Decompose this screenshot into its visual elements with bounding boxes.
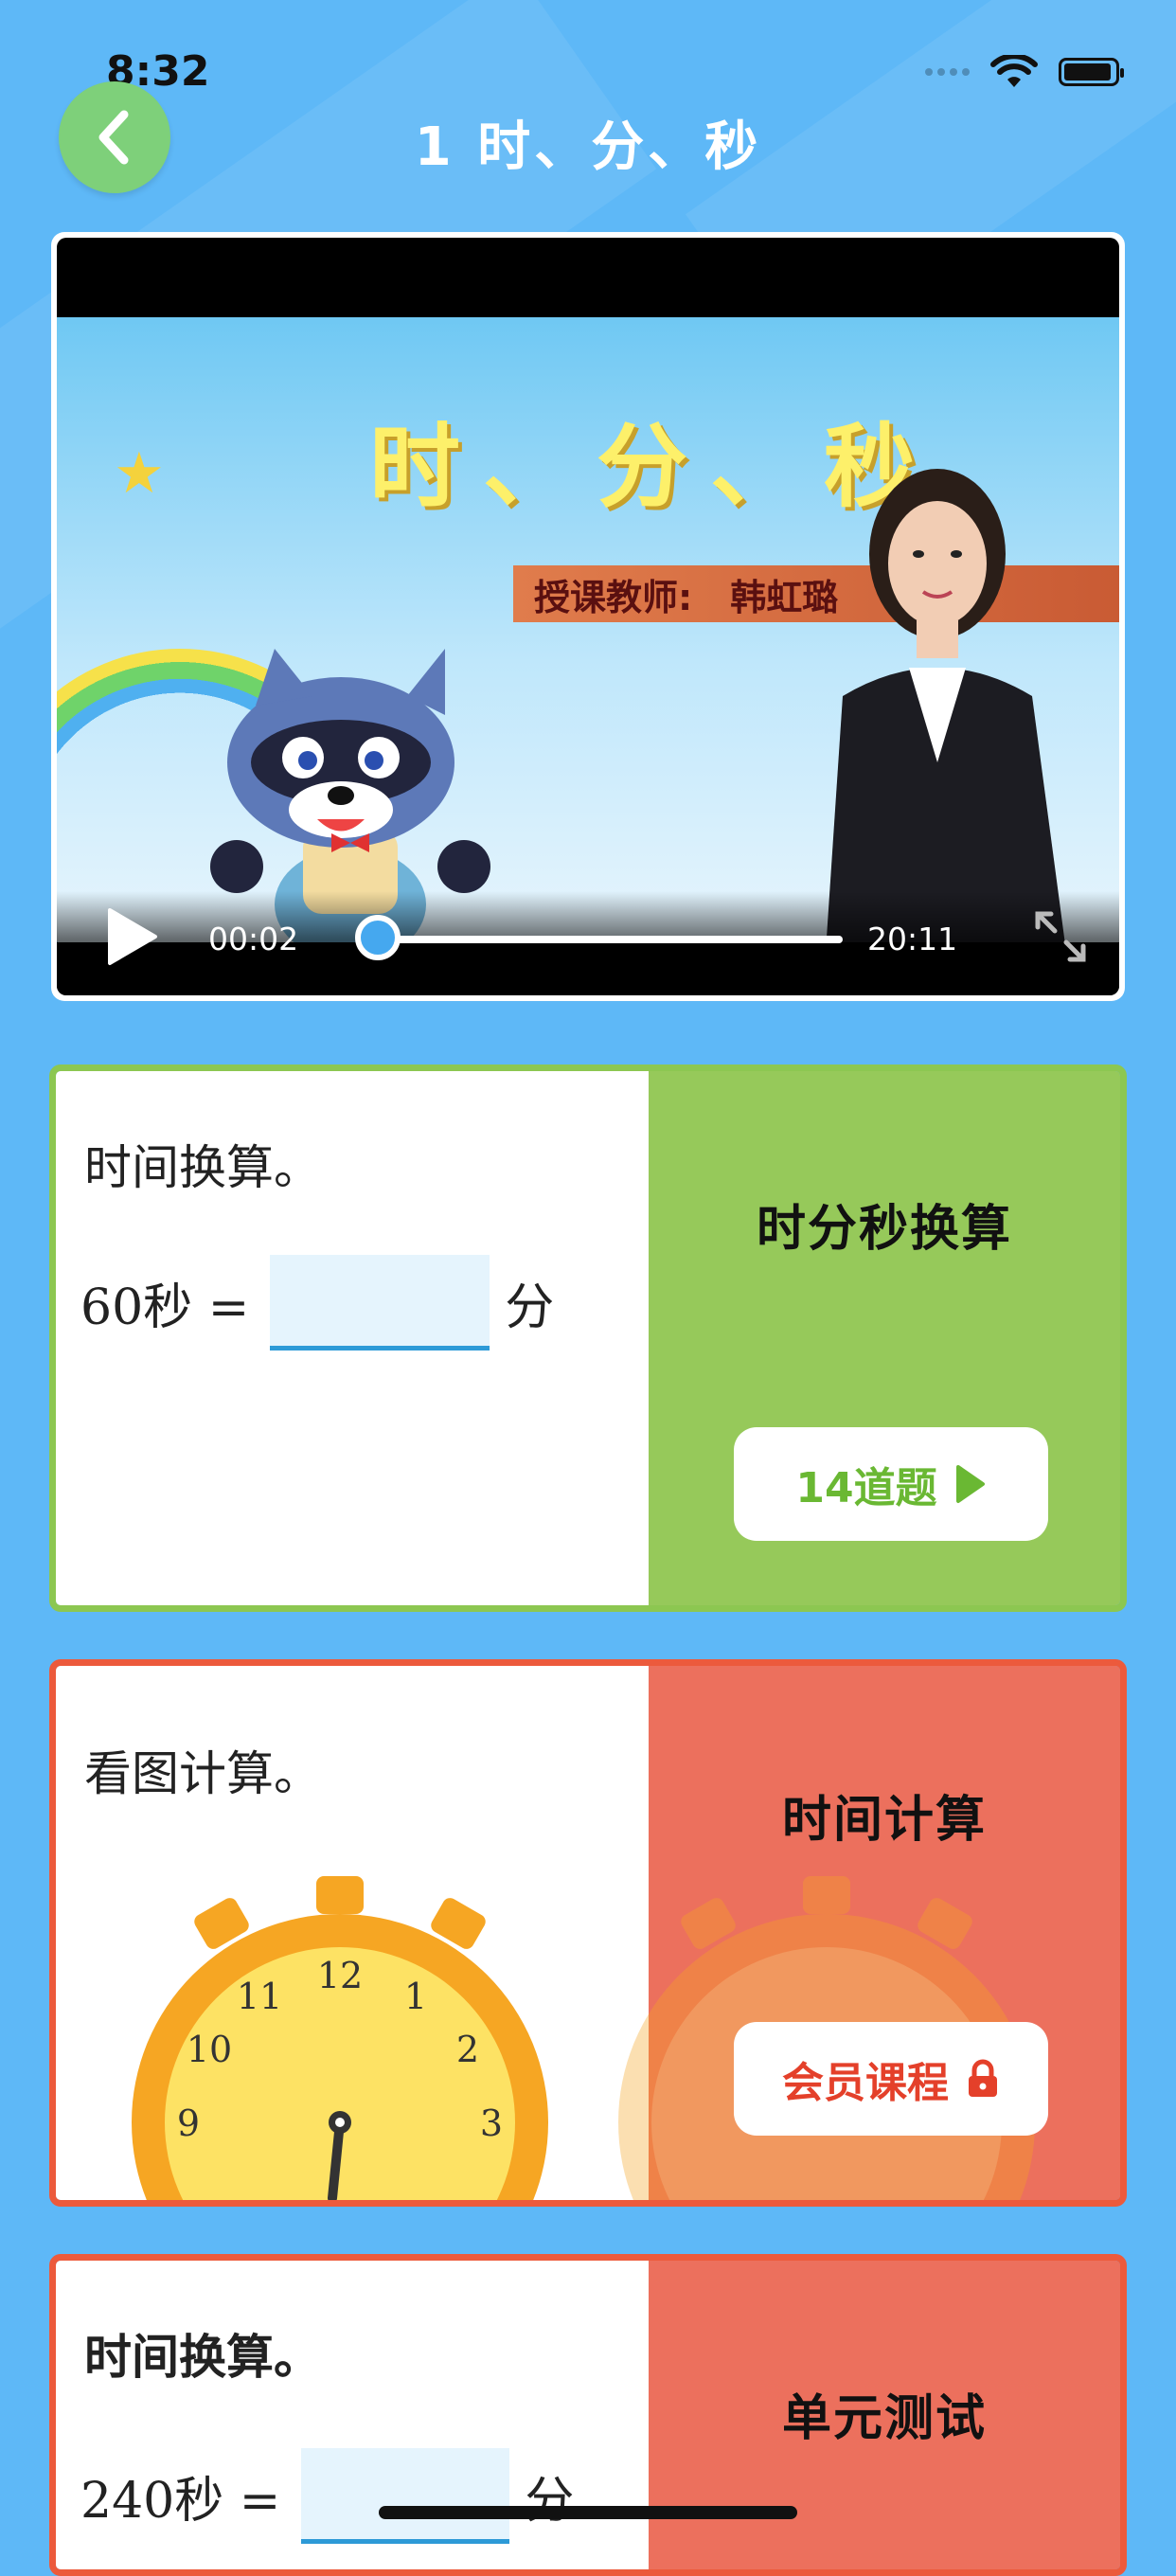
svg-text:10: 10 [187, 2029, 232, 2070]
progress-thumb[interactable] [355, 915, 401, 960]
question-line: 60秒 = 分 [80, 1255, 554, 1351]
svg-text:3: 3 [480, 2102, 503, 2144]
section-title: 时间计算 [781, 1792, 987, 1849]
question-lhs: 60秒 = [80, 1279, 250, 1336]
progress-bar[interactable] [355, 915, 843, 960]
exercise-card-conversion[interactable]: 时间换算。 60秒 = 分 时分秒换算 14道题 [49, 1064, 1127, 1612]
question-title: 时间换算。 [84, 2330, 321, 2385]
svg-text:12: 12 [317, 1955, 363, 1996]
question-title: 时间换算。 [84, 1140, 321, 1195]
total-time: 20:11 [867, 921, 958, 957]
page-title: 1 时、分、秒 [414, 116, 762, 178]
member-course-button[interactable]: 会员课程 [734, 2022, 1048, 2136]
svg-text:1: 1 [404, 1976, 427, 2017]
play-triangle-icon [955, 1465, 985, 1503]
start-exercise-button[interactable]: 14道题 [734, 1427, 1048, 1541]
question-unit: 分 [525, 2473, 575, 2530]
question-title: 看图计算。 [84, 1746, 321, 1801]
question-preview: 时间换算。 240秒 = 分 [56, 2261, 649, 2569]
star-decoration: ★ [114, 440, 165, 507]
card-action-panel: 单元测试 [649, 2261, 1120, 2569]
exercise-card-unit-test[interactable]: 时间换算。 240秒 = 分 单元测试 [49, 2254, 1127, 2576]
question-line: 240秒 = 分 [80, 2448, 574, 2544]
wifi-icon [990, 55, 1038, 87]
svg-text:11: 11 [237, 1976, 282, 2017]
home-indicator [379, 2506, 797, 2519]
battery-icon [1059, 58, 1124, 86]
svg-text:9: 9 [177, 2102, 200, 2144]
teacher-image [826, 469, 1065, 942]
answer-input[interactable] [301, 2448, 510, 2544]
fullscreen-icon[interactable] [1032, 908, 1089, 965]
play-icon[interactable] [102, 906, 159, 967]
member-course-label: 会员课程 [782, 2059, 949, 2107]
section-title: 时分秒换算 [756, 1201, 1012, 1258]
question-preview: 看图计算。 12 1 2 3 9 10 11 [56, 1666, 649, 2200]
question-preview: 时间换算。 60秒 = 分 [56, 1071, 649, 1605]
video-controls: 00:02 20:11 [57, 891, 1119, 995]
answer-input[interactable] [270, 1255, 490, 1351]
card-action-panel: 时分秒换算 14道题 [649, 1071, 1120, 1605]
exercise-card-time-calc[interactable]: 看图计算。 12 1 2 3 9 10 11 时间计算 会员课程 [49, 1659, 1127, 2207]
svg-text:2: 2 [456, 2029, 479, 2070]
video-viewport[interactable]: ★ 时、分、秒 授课教师: 韩虹璐 00:02 20:11 [57, 238, 1119, 995]
question-lhs: 240秒 = [80, 2473, 281, 2530]
lock-icon [969, 2059, 997, 2097]
teacher-label: 授课教师: [534, 576, 693, 618]
video-player[interactable]: ★ 时、分、秒 授课教师: 韩虹璐 00:02 20:11 [51, 232, 1125, 1001]
alarm-clock-image: 12 1 2 3 9 10 11 [132, 1876, 548, 2200]
current-time: 00:02 [208, 921, 299, 957]
cellular-signal-icon [925, 68, 970, 76]
status-icons [925, 55, 1124, 89]
question-count-label: 14道题 [795, 1464, 937, 1512]
card-action-panel: 时间计算 会员课程 [618, 1666, 1120, 2200]
section-title: 单元测试 [781, 2390, 987, 2447]
video-frame: ★ 时、分、秒 授课教师: 韩虹璐 [57, 317, 1119, 942]
question-unit: 分 [505, 1279, 555, 1336]
